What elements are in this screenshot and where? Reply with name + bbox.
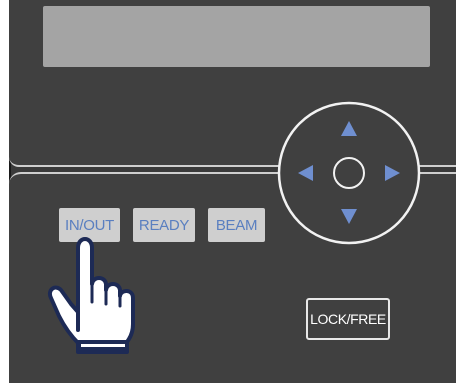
beam-button[interactable]: BEAM bbox=[208, 208, 265, 242]
in-out-label: IN/OUT bbox=[64, 216, 115, 234]
ready-button[interactable]: READY bbox=[133, 208, 195, 242]
lcd-display bbox=[43, 6, 430, 67]
beam-label: BEAM bbox=[215, 216, 258, 234]
pointing-hand-icon bbox=[48, 237, 135, 354]
lock-free-label: LOCK/FREE bbox=[310, 311, 386, 327]
lock-free-button[interactable]: LOCK/FREE bbox=[306, 298, 390, 340]
directional-pad bbox=[277, 101, 421, 245]
ready-label: READY bbox=[138, 216, 190, 234]
